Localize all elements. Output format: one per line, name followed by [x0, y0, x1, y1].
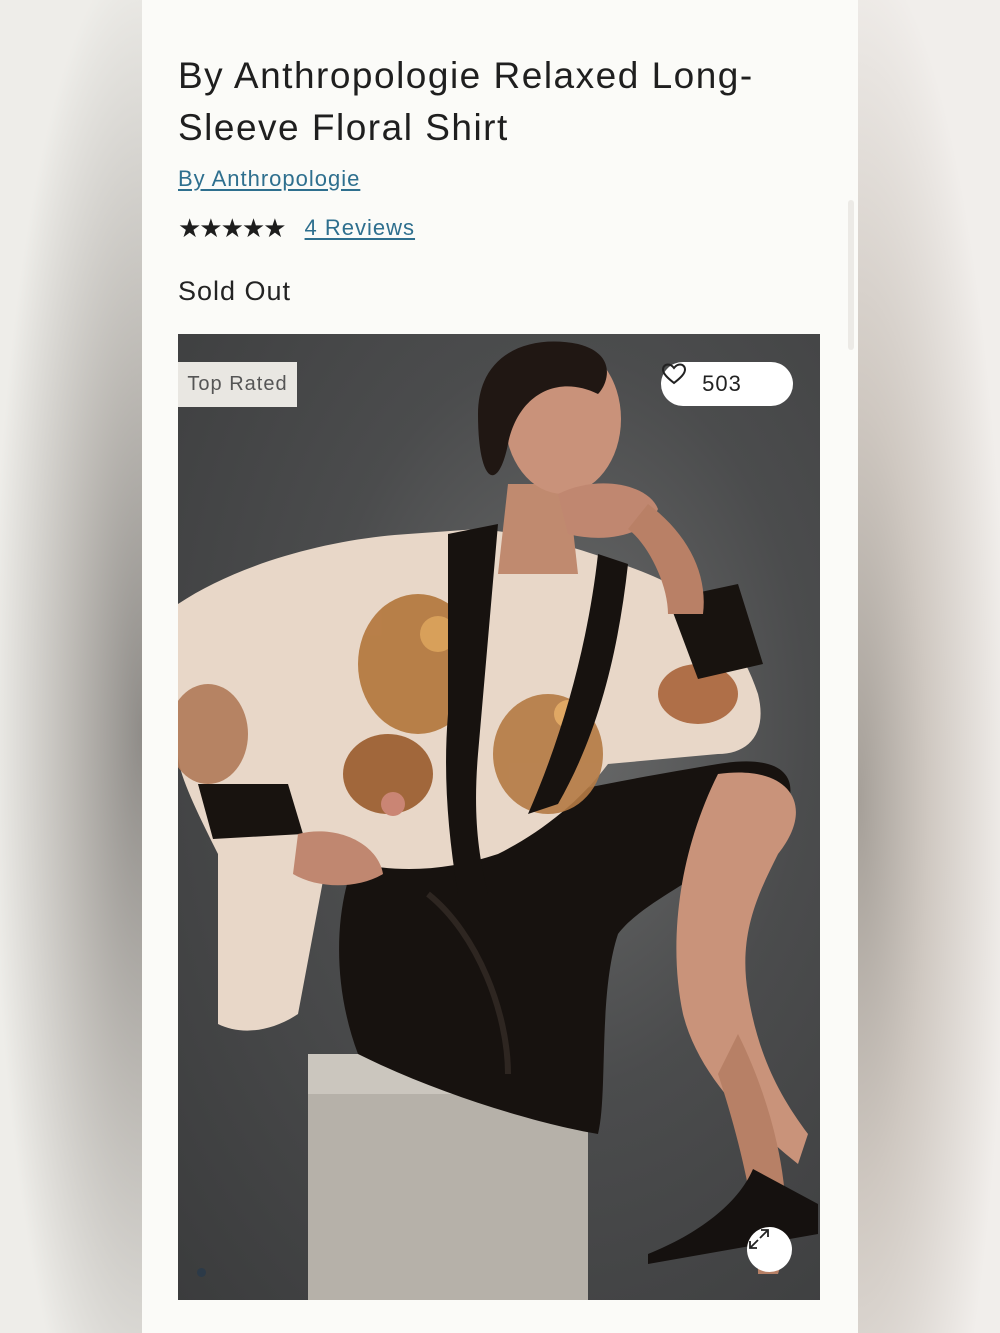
rating-row: ★★★★★ 4 Reviews — [178, 215, 415, 241]
stock-status: Sold Out — [178, 276, 292, 306]
right-backdrop — [858, 0, 1000, 1333]
carousel-indicator[interactable] — [197, 1268, 206, 1277]
product-image[interactable]: Top Rated 503 — [178, 334, 820, 1300]
product-title: By Anthropologie Relaxed Long-Sleeve Flo… — [178, 55, 754, 148]
left-backdrop — [0, 0, 142, 1333]
scrollbar[interactable] — [848, 200, 854, 350]
star-rating: ★★★★★ — [178, 213, 287, 243]
favorites-count: 503 — [702, 371, 742, 396]
model-photo — [178, 341, 818, 1300]
top-rated-badge: Top Rated — [178, 362, 297, 407]
product-page: By Anthropologie Relaxed Long-Sleeve Flo… — [142, 0, 858, 1333]
brand-link[interactable]: By Anthropologie — [178, 166, 360, 192]
favorite-button[interactable]: 503 — [661, 362, 793, 406]
reviews-link[interactable]: 4 Reviews — [305, 215, 415, 241]
expand-image-button[interactable] — [747, 1227, 792, 1272]
